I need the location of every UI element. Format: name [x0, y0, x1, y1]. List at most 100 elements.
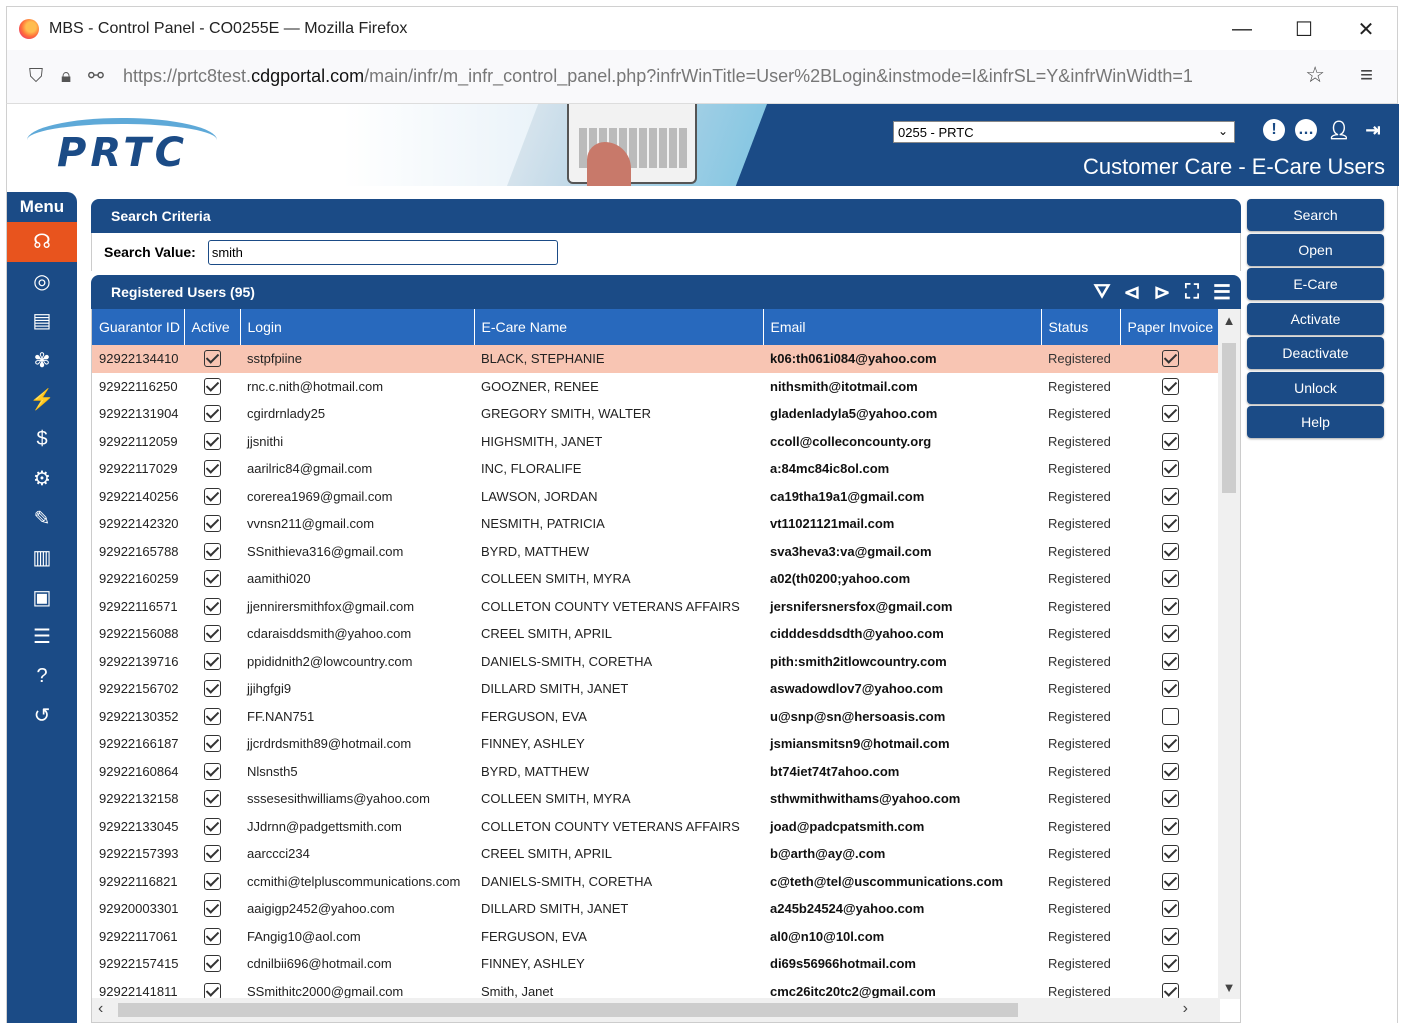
- paper-invoice-checkbox[interactable]: [1161, 515, 1179, 533]
- table-row[interactable]: 92922116250 rnc.c.nith@hotmail.com GOOZNER…: [92, 373, 1220, 401]
- scroll-left-icon[interactable]: ‹: [98, 1000, 103, 1018]
- search-value-input[interactable]: [207, 239, 558, 265]
- table-row[interactable]: 92922133045 JJdrnn@padgettsmith.com COLLET…: [92, 813, 1220, 841]
- deactivate-button[interactable]: Deactivate: [1247, 337, 1384, 369]
- help-icon[interactable]: ?: [7, 657, 77, 697]
- chat-icon[interactable]: …: [1295, 119, 1317, 141]
- gear-icon[interactable]: ⚙: [7, 459, 77, 499]
- organization-select[interactable]: 0255 - PRTC ⌄: [893, 121, 1235, 143]
- active-checkbox[interactable]: [203, 707, 221, 725]
- table-row[interactable]: 92922157393 aarccci234 CREEL SMITH, APRIL b…: [92, 840, 1220, 868]
- open-button[interactable]: Open: [1247, 233, 1384, 266]
- close-button[interactable]: ✕: [1335, 7, 1397, 51]
- paper-invoice-checkbox[interactable]: [1161, 405, 1179, 423]
- active-checkbox[interactable]: [203, 515, 221, 533]
- active-checkbox[interactable]: [203, 872, 221, 890]
- unlock-button[interactable]: Unlock: [1247, 371, 1384, 404]
- column-header-paper-invoice[interactable]: Paper Invoice: [1120, 309, 1221, 345]
- table-row[interactable]: 92922132158 sssesesithwilliams@yahoo.com C…: [92, 785, 1220, 813]
- table-row[interactable]: 92922157415 cdnilbii696@hotmail.com FINNEY…: [92, 950, 1220, 978]
- scroll-up-icon[interactable]: ▲: [1218, 313, 1240, 328]
- table-row[interactable]: 92922140256 corerea1969@gmail.com LAWSON, …: [92, 483, 1220, 511]
- paper-invoice-checkbox[interactable]: [1161, 487, 1179, 505]
- shield-icon[interactable]: ⛉: [21, 62, 51, 92]
- paper-invoice-checkbox[interactable]: [1161, 707, 1179, 725]
- table-row[interactable]: 92922131904 cgirdrnlady25 GREGORY SMITH, W…: [92, 400, 1220, 428]
- column-header-login[interactable]: Login: [240, 309, 475, 345]
- wrench-icon[interactable]: ✎: [7, 499, 77, 539]
- permissions-icon[interactable]: ⚯: [81, 62, 111, 92]
- active-checkbox[interactable]: [203, 597, 221, 615]
- paper-invoice-checkbox[interactable]: [1161, 597, 1179, 615]
- table-row[interactable]: 92922166187 jjcrdrdsmith89@hotmail.com FIN…: [92, 730, 1220, 758]
- table-row[interactable]: 92922134410 sstpfpiine BLACK, STEPHANIE k06…: [92, 345, 1220, 373]
- active-checkbox[interactable]: [203, 845, 221, 863]
- paper-invoice-checkbox[interactable]: [1161, 625, 1179, 643]
- list-icon[interactable]: ☰: [1209, 279, 1235, 305]
- user-icon[interactable]: 👤︎: [1327, 118, 1351, 142]
- chart-icon[interactable]: ▥: [7, 538, 77, 578]
- table-row[interactable]: 92922117061 FAngig10@aol.com FERGUSON, EVA…: [92, 923, 1220, 951]
- calendar-icon[interactable]: ▤: [7, 301, 77, 341]
- column-header-status[interactable]: Status: [1041, 309, 1121, 345]
- column-header-guarantor-id[interactable]: Guarantor ID: [92, 309, 185, 345]
- scroll-down-icon[interactable]: ▼: [1218, 980, 1240, 995]
- table-row[interactable]: 92922165788 SSnithieva316@gmail.com BYRD, …: [92, 538, 1220, 566]
- active-checkbox[interactable]: [203, 955, 221, 973]
- active-checkbox[interactable]: [203, 927, 221, 945]
- table-row[interactable]: 92922112059 jjsnithi HIGHSMITH, JANET ccoll…: [92, 428, 1220, 456]
- active-checkbox[interactable]: [203, 680, 221, 698]
- filter-icon[interactable]: ⛛: [1089, 279, 1115, 305]
- horizontal-scrollbar[interactable]: ‹ ›: [92, 998, 1220, 1022]
- minimize-button[interactable]: —: [1211, 7, 1273, 51]
- active-checkbox[interactable]: [203, 350, 221, 368]
- vertical-scroll-thumb[interactable]: [1222, 343, 1236, 493]
- url-field[interactable]: https://prtc8test.cdgportal.com/main/inf…: [123, 66, 1273, 87]
- active-checkbox[interactable]: [203, 432, 221, 450]
- paper-invoice-checkbox[interactable]: [1161, 900, 1179, 918]
- active-checkbox[interactable]: [203, 460, 221, 478]
- table-row[interactable]: 92922139716 ppididnith2@lowcountry.com DAN…: [92, 648, 1220, 676]
- table-row[interactable]: 92922117029 aarilric84@gmail.com INC, FLOR…: [92, 455, 1220, 483]
- paper-invoice-checkbox[interactable]: [1161, 762, 1179, 780]
- active-checkbox[interactable]: [203, 790, 221, 808]
- paper-invoice-checkbox[interactable]: [1161, 735, 1179, 753]
- chip-icon[interactable]: ▣: [7, 578, 77, 618]
- alert-icon[interactable]: !: [1263, 119, 1285, 141]
- active-checkbox[interactable]: [203, 900, 221, 918]
- table-row[interactable]: 92922160864 Nlsnsth5 BYRD, MATTHEW bt74iet7…: [92, 758, 1220, 786]
- paper-invoice-checkbox[interactable]: [1161, 790, 1179, 808]
- table-row[interactable]: 92922130352 FF.NAN751 FERGUSON, EVA u@snp@s…: [92, 703, 1220, 731]
- active-checkbox[interactable]: [203, 570, 221, 588]
- table-row[interactable]: 92920003301 aaigigp2452@yahoo.com DILLARD …: [92, 895, 1220, 923]
- column-header-email[interactable]: Email: [763, 309, 1042, 345]
- paper-invoice-checkbox[interactable]: [1161, 652, 1179, 670]
- paper-invoice-checkbox[interactable]: [1161, 955, 1179, 973]
- paper-invoice-checkbox[interactable]: [1161, 817, 1179, 835]
- dollar-icon[interactable]: $: [7, 420, 77, 460]
- active-checkbox[interactable]: [203, 542, 221, 560]
- table-row[interactable]: 92922156088 cdaraisddsmith@yahoo.com CREEL…: [92, 620, 1220, 648]
- paper-invoice-checkbox[interactable]: [1161, 542, 1179, 560]
- headset-icon[interactable]: ☊: [7, 222, 77, 262]
- maximize-button[interactable]: ☐: [1273, 7, 1335, 51]
- lightning-icon[interactable]: ⚡: [7, 380, 77, 420]
- paper-invoice-checkbox[interactable]: [1161, 845, 1179, 863]
- table-row[interactable]: 92922116821 ccmithi@telpluscommunications…: [92, 868, 1220, 896]
- bookmark-star-icon[interactable]: ☆: [1305, 62, 1325, 88]
- scroll-right-icon[interactable]: ›: [1183, 1000, 1188, 1018]
- paper-invoice-checkbox[interactable]: [1161, 350, 1179, 368]
- active-checkbox[interactable]: [203, 817, 221, 835]
- history-icon[interactable]: ↺: [7, 696, 77, 736]
- search-button[interactable]: Search: [1247, 199, 1384, 231]
- active-checkbox[interactable]: [203, 762, 221, 780]
- logout-icon[interactable]: ⇥: [1361, 118, 1385, 142]
- lock-icon[interactable]: 🔒︎: [51, 62, 81, 92]
- active-checkbox[interactable]: [203, 735, 221, 753]
- active-checkbox[interactable]: [203, 377, 221, 395]
- paper-invoice-checkbox[interactable]: [1161, 927, 1179, 945]
- target-icon[interactable]: ◎: [7, 262, 77, 302]
- e-care-button[interactable]: E-Care: [1247, 268, 1384, 300]
- active-checkbox[interactable]: [203, 487, 221, 505]
- paper-invoice-checkbox[interactable]: [1161, 570, 1179, 588]
